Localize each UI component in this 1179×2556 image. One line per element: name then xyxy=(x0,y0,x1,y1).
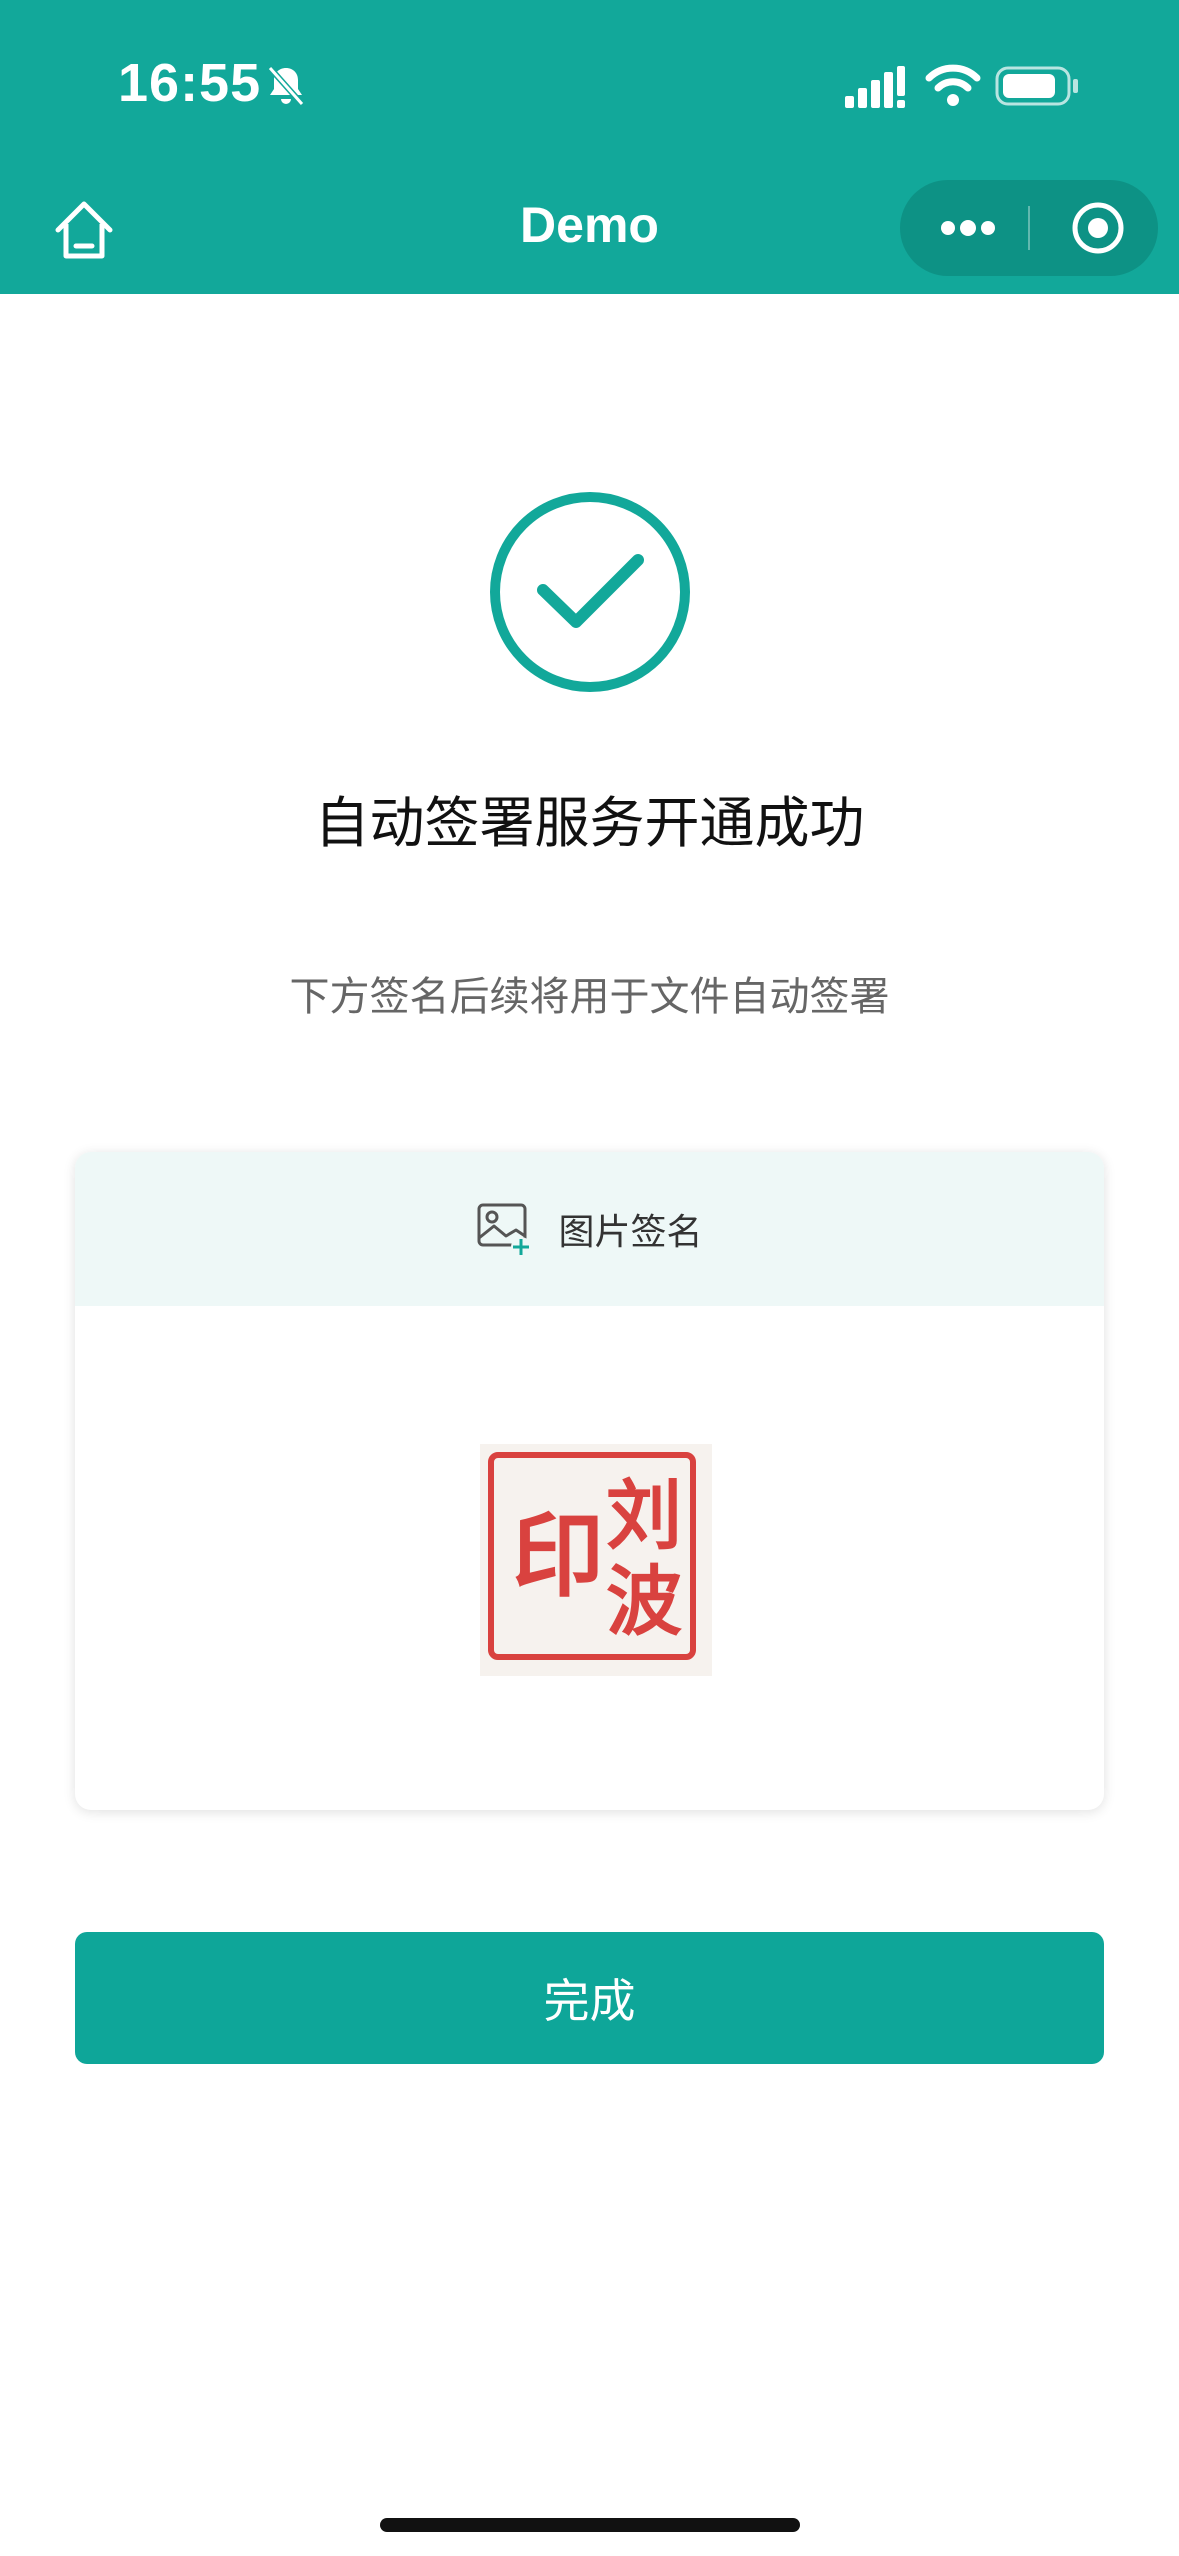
mini-program-capsule xyxy=(900,180,1158,276)
battery-icon xyxy=(995,66,1078,106)
success-title: 自动签署服务开通成功 xyxy=(314,791,865,855)
home-indicator xyxy=(380,2518,800,2532)
checkmark-circle-icon xyxy=(490,492,690,692)
close-button[interactable] xyxy=(1048,180,1148,276)
more-button[interactable] xyxy=(918,180,1018,276)
image-signature-label: 图片签名 xyxy=(558,1212,703,1253)
cellular-signal-icon xyxy=(845,66,905,108)
seal-border: 印 刘 波 xyxy=(488,1452,696,1660)
status-time: 16:55 xyxy=(118,53,262,113)
signature-seal-image: 印 刘 波 xyxy=(480,1444,712,1676)
done-button[interactable]: 完成 xyxy=(75,1932,1104,2064)
bell-off-icon xyxy=(267,66,305,106)
capsule-divider xyxy=(1028,206,1030,250)
signature-card: 图片签名 印 刘 波 xyxy=(75,1152,1104,1810)
seal-char-3: 波 xyxy=(606,1557,682,1646)
image-add-icon xyxy=(477,1203,532,1256)
wifi-icon xyxy=(925,64,981,106)
target-circle-icon xyxy=(1072,202,1124,254)
screen: 16:55 Demo 自动签署服务开通成功 下方签名后续将用于文件自动签署 图片… xyxy=(0,0,1179,2556)
seal-char-2: 刘 xyxy=(606,1471,682,1560)
image-signature-tab[interactable]: 图片签名 xyxy=(75,1152,1104,1306)
success-subtitle: 下方签名后续将用于文件自动签署 xyxy=(289,974,890,1020)
more-dots-icon xyxy=(941,220,995,236)
seal-char-1: 印 xyxy=(512,1502,605,1610)
top-bar: 16:55 Demo xyxy=(0,0,1179,294)
